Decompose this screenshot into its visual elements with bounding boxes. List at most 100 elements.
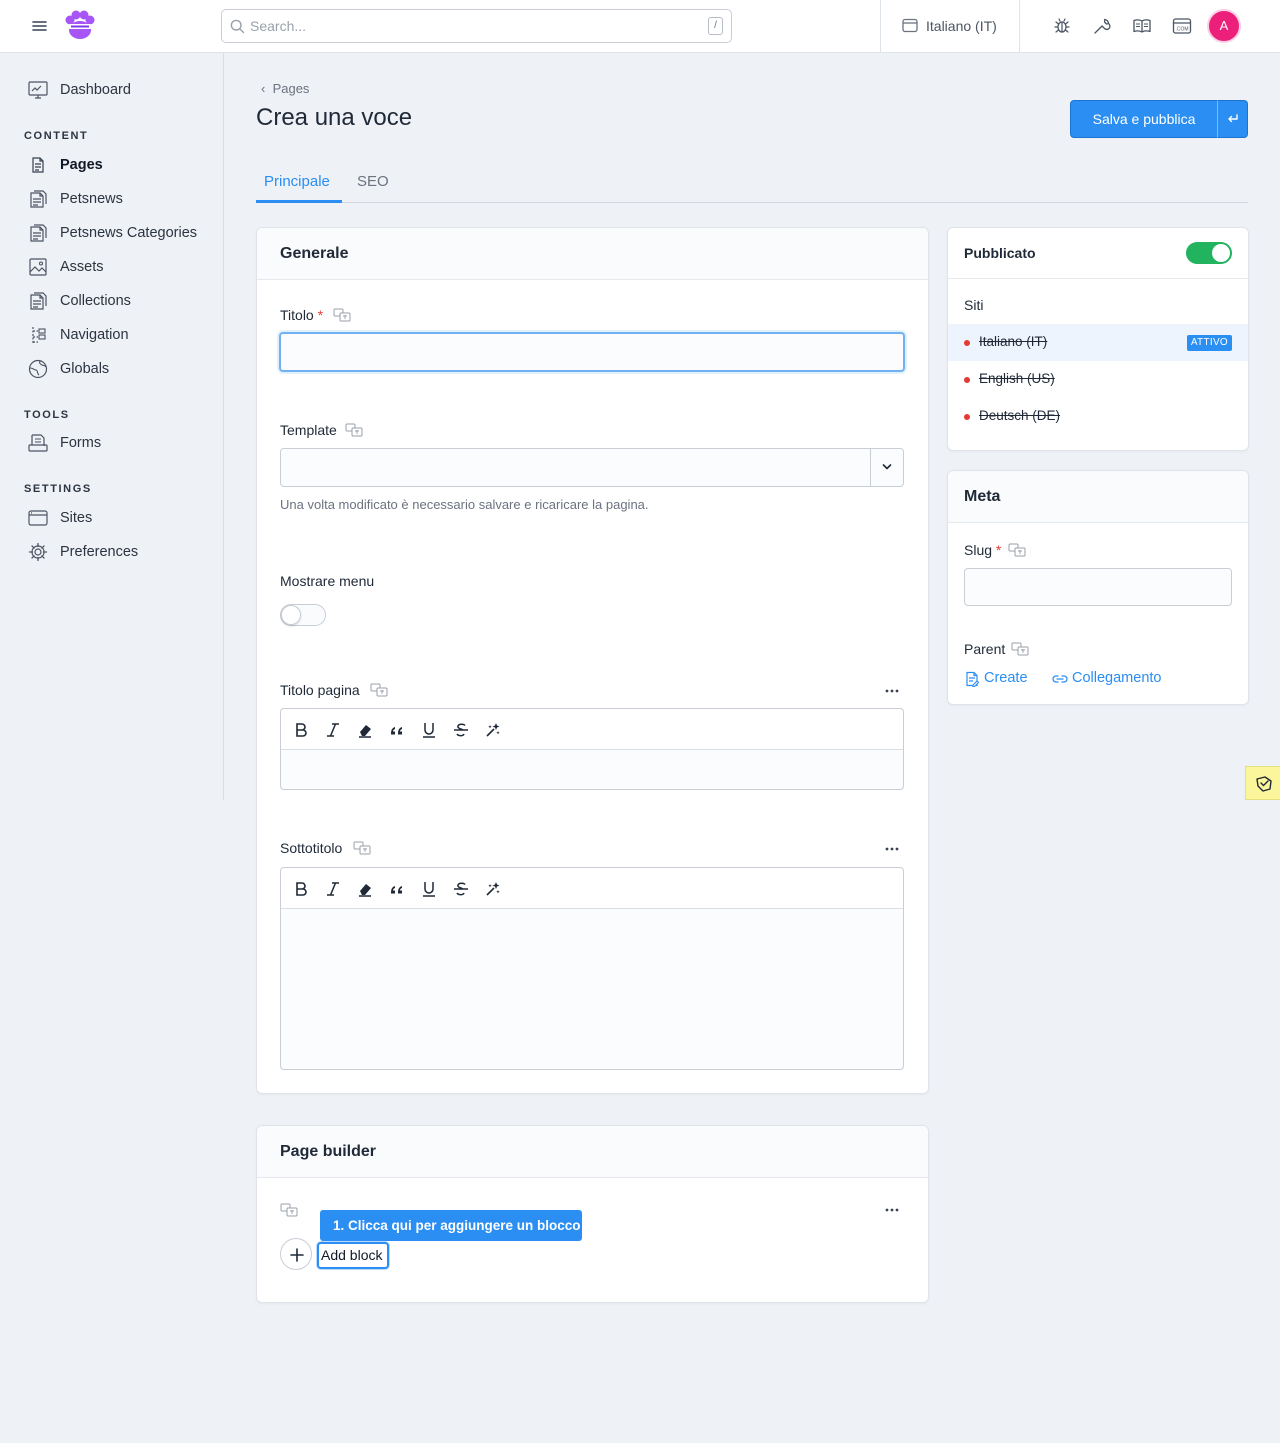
active-badge: ATTIVO bbox=[1186, 335, 1232, 351]
view-site-icon[interactable]: .COM bbox=[1172, 16, 1192, 36]
publish-card: Pubblicato Siti Italiano (IT) ATTIVO Eng… bbox=[947, 227, 1249, 451]
sidebar-item-label: Collections bbox=[60, 293, 131, 309]
sidebar-item-forms[interactable]: Forms bbox=[28, 432, 218, 456]
bold-icon[interactable] bbox=[292, 880, 310, 898]
mostrare-menu-label: Mostrare menu bbox=[280, 573, 375, 589]
status-dot bbox=[964, 340, 970, 346]
add-block-circle-button[interactable] bbox=[280, 1238, 312, 1270]
eraser-icon[interactable] bbox=[356, 721, 374, 739]
translatable-icon bbox=[333, 308, 351, 322]
search-icon bbox=[230, 19, 245, 34]
collection-icon bbox=[30, 224, 47, 242]
italic-icon[interactable] bbox=[324, 721, 342, 739]
petsnews-logo[interactable] bbox=[63, 9, 97, 43]
active-tab-indicator bbox=[256, 200, 342, 203]
site-label: Italiano (IT) bbox=[979, 334, 1048, 349]
create-entry-icon bbox=[966, 671, 980, 687]
sidebar-item-collections[interactable]: Collections bbox=[28, 290, 218, 314]
select-toggle[interactable] bbox=[870, 449, 903, 486]
sidebar-item-petsnews-categories[interactable]: Petsnews Categories bbox=[28, 222, 218, 246]
tab-seo[interactable]: SEO bbox=[357, 173, 389, 190]
tab-principale[interactable]: Principale bbox=[264, 173, 330, 190]
site-row-italiano[interactable]: Italiano (IT) ATTIVO bbox=[948, 324, 1248, 361]
sidebar-item-label: Navigation bbox=[60, 327, 129, 343]
strikethrough-icon[interactable] bbox=[452, 721, 470, 739]
titolo-label: Titolo * bbox=[280, 307, 324, 323]
mostrare-menu-toggle[interactable] bbox=[280, 604, 326, 626]
strikethrough-icon[interactable] bbox=[452, 880, 470, 898]
translatable-icon bbox=[1011, 642, 1029, 656]
navigation-tree-icon bbox=[32, 327, 46, 343]
user-avatar[interactable]: A bbox=[1207, 9, 1241, 43]
sidebar-item-globals[interactable]: Globals bbox=[28, 358, 218, 382]
magic-sparkle-icon[interactable] bbox=[484, 880, 502, 898]
sidebar-item-pages[interactable]: Pages bbox=[28, 154, 218, 178]
quote-icon[interactable] bbox=[388, 880, 406, 898]
debug-bug-icon[interactable] bbox=[1052, 16, 1072, 36]
helper-badge-icon bbox=[1256, 776, 1272, 792]
sidebar-item-petsnews[interactable]: Petsnews bbox=[28, 188, 218, 212]
gear-icon bbox=[28, 542, 48, 562]
sidebar-item-label: Sites bbox=[60, 510, 93, 526]
create-parent-link[interactable]: Create bbox=[964, 670, 1034, 690]
floating-helper-widget[interactable] bbox=[1245, 766, 1280, 800]
sidebar-item-assets[interactable]: Assets bbox=[28, 256, 218, 280]
slug-label: Slug * bbox=[964, 542, 1002, 558]
template-select[interactable] bbox=[280, 448, 904, 487]
docs-book-icon[interactable] bbox=[1132, 16, 1152, 36]
sidebar-item-dashboard[interactable]: Dashboard bbox=[28, 79, 218, 103]
add-block-button[interactable]: Add block bbox=[317, 1242, 389, 1269]
save-and-publish-button[interactable]: Salva e pubblica bbox=[1070, 100, 1218, 138]
link-parent-link[interactable]: Collegamento bbox=[1052, 670, 1172, 690]
sottotitolo-editor[interactable] bbox=[280, 867, 904, 1070]
save-options-button[interactable] bbox=[1217, 100, 1248, 138]
plus-icon bbox=[290, 1248, 304, 1262]
more-options-icon[interactable] bbox=[885, 689, 899, 693]
published-toggle[interactable] bbox=[1186, 242, 1232, 264]
titolo-pagina-editor[interactable] bbox=[280, 708, 904, 790]
publish-row: Pubblicato bbox=[948, 228, 1248, 279]
site-label: Deutsch (DE) bbox=[979, 408, 1061, 423]
breadcrumb-label: Pages bbox=[272, 81, 310, 96]
translatable-icon bbox=[345, 423, 363, 437]
magic-sparkle-icon[interactable] bbox=[484, 721, 502, 739]
underline-icon[interactable] bbox=[420, 880, 438, 898]
card-header: Page builder bbox=[257, 1126, 928, 1178]
browser-window-icon bbox=[902, 18, 918, 33]
create-link-label: Create bbox=[984, 670, 1028, 686]
link-chain-icon bbox=[1052, 675, 1068, 683]
card-title: Meta bbox=[964, 488, 1001, 505]
site-row-deutsch[interactable]: Deutsch (DE) bbox=[948, 398, 1248, 435]
assets-image-icon bbox=[29, 258, 47, 276]
italic-icon[interactable] bbox=[324, 880, 342, 898]
titolo-input[interactable] bbox=[279, 332, 905, 372]
site-label: English (US) bbox=[979, 371, 1055, 386]
sottotitolo-label: Sottotitolo bbox=[280, 840, 343, 856]
sidebar-item-label: Petsnews Categories bbox=[60, 225, 198, 241]
quote-icon[interactable] bbox=[388, 721, 406, 739]
template-help-text: Una volta modificato è necessario salvar… bbox=[280, 497, 649, 512]
tools-wrench-icon[interactable] bbox=[1092, 16, 1112, 36]
site-selector[interactable]: Italiano (IT) bbox=[880, 0, 1020, 52]
sidebar-item-preferences[interactable]: Preferences bbox=[28, 541, 218, 565]
underline-icon[interactable] bbox=[420, 721, 438, 739]
template-label: Template bbox=[280, 422, 337, 438]
slug-input[interactable] bbox=[964, 568, 1232, 606]
breadcrumb[interactable]: ‹ Pages bbox=[261, 81, 309, 96]
card-title: Page builder bbox=[280, 1143, 377, 1160]
more-options-icon[interactable] bbox=[885, 1208, 899, 1212]
search-bar[interactable]: Search... / bbox=[221, 9, 732, 43]
published-label: Pubblicato bbox=[964, 245, 1036, 261]
sidebar-item-sites[interactable]: Sites bbox=[28, 507, 218, 531]
more-options-icon[interactable] bbox=[885, 847, 899, 851]
sites-heading: Siti bbox=[964, 297, 984, 313]
hamburger-menu-icon[interactable] bbox=[31, 18, 49, 34]
bold-icon[interactable] bbox=[292, 721, 310, 739]
section-heading-tools: TOOLS bbox=[24, 409, 70, 421]
card-header: Generale bbox=[257, 228, 928, 280]
sidebar-item-navigation[interactable]: Navigation bbox=[28, 324, 218, 348]
browser-window-icon bbox=[28, 510, 48, 526]
site-row-english[interactable]: English (US) bbox=[948, 361, 1248, 398]
sidebar-item-label: Assets bbox=[60, 259, 104, 275]
eraser-icon[interactable] bbox=[356, 880, 374, 898]
